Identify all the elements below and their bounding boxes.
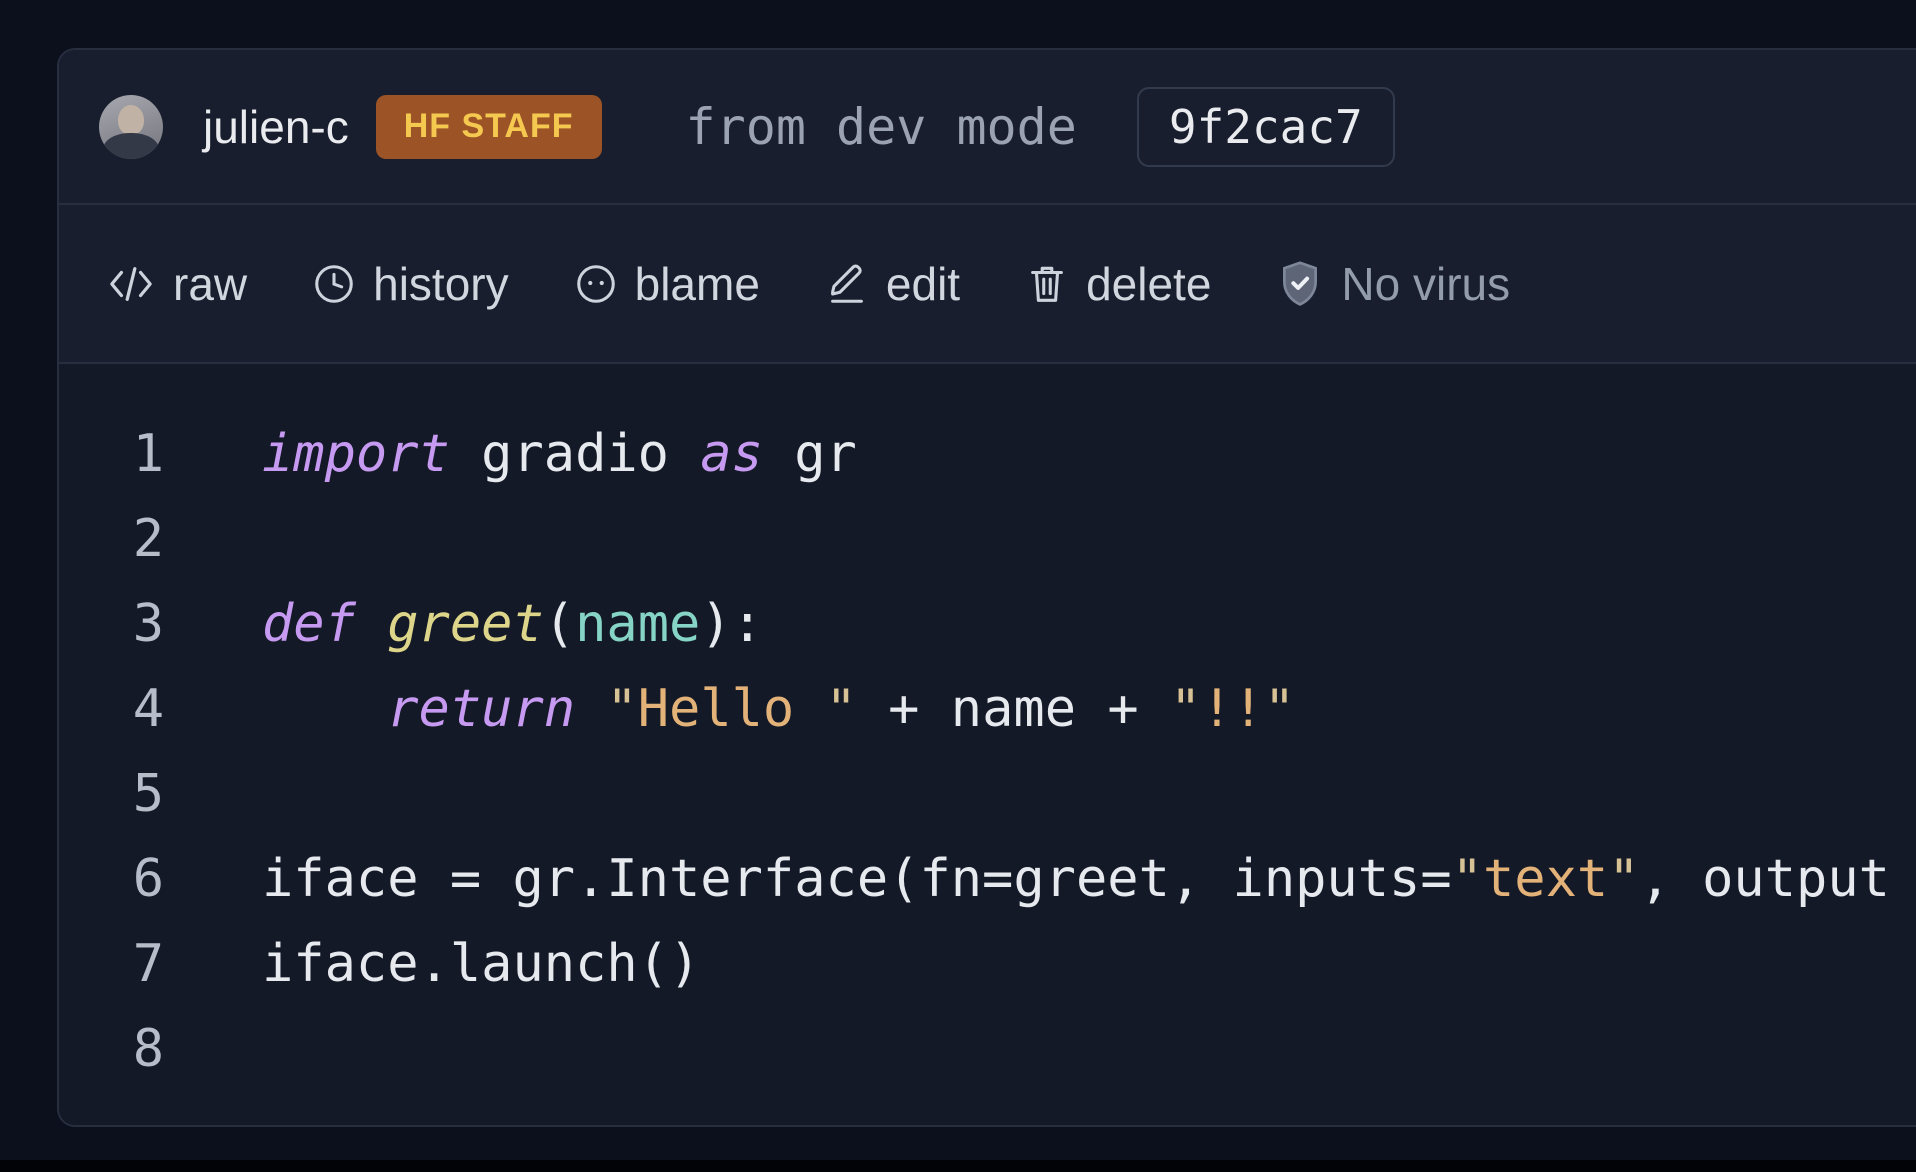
window-bottom-edge bbox=[0, 1160, 1916, 1172]
toolbar-button-raw[interactable]: raw bbox=[105, 257, 247, 311]
code-segment-plain: gradio bbox=[450, 424, 700, 484]
code-segment-plain bbox=[356, 594, 387, 654]
code-segment-keyword: as bbox=[700, 424, 763, 484]
file-toolbar: raw history blame edit delete No virus bbox=[59, 205, 1916, 364]
toolbar-button-history[interactable]: history bbox=[311, 257, 508, 311]
code-segment-string: Hello bbox=[638, 679, 826, 739]
avatar-photo bbox=[118, 105, 144, 135]
toolbar-button-delete[interactable]: delete bbox=[1024, 257, 1211, 311]
code-segment-function: greet bbox=[387, 594, 544, 654]
code-line: 7 iface.launch() bbox=[59, 922, 1916, 1007]
code-line: 3 def greet(name): bbox=[59, 582, 1916, 667]
code-segment-quote: " bbox=[1264, 679, 1295, 739]
shield-check-icon bbox=[1275, 259, 1325, 309]
line-content: def greet(name): bbox=[262, 582, 763, 667]
trash-icon bbox=[1024, 261, 1070, 307]
code-segment-quote: " bbox=[1608, 849, 1639, 909]
code-segment-quote: " bbox=[826, 679, 857, 739]
line-content: import gradio as gr bbox=[262, 412, 857, 497]
code-segment-param: name bbox=[575, 594, 700, 654]
line-number: 3 bbox=[59, 582, 164, 667]
code-viewer: 1import gradio as gr23def greet(name):4 … bbox=[59, 364, 1916, 1125]
line-number: 1 bbox=[59, 412, 164, 497]
line-number: 7 bbox=[59, 922, 164, 1007]
author-username[interactable]: julien-c bbox=[203, 100, 349, 154]
code-segment-plain: ( bbox=[544, 594, 575, 654]
line-number: 8 bbox=[59, 1007, 164, 1092]
line-number: 5 bbox=[59, 752, 164, 837]
line-number: 2 bbox=[59, 497, 164, 582]
toolbar-label: history bbox=[373, 257, 508, 311]
toolbar-label: delete bbox=[1086, 257, 1211, 311]
file-viewer-card: julien-c HF STAFF from dev mode 9f2cac7 … bbox=[57, 48, 1916, 1127]
code-segment-plain: iface.launch() bbox=[262, 934, 700, 994]
face-icon bbox=[573, 261, 619, 307]
line-number: 6 bbox=[59, 837, 164, 922]
toolbar-button-edit[interactable]: edit bbox=[824, 257, 960, 311]
toolbar-label: blame bbox=[635, 257, 760, 311]
code-segment-keyword: return bbox=[387, 679, 575, 739]
commit-message: from dev mode bbox=[686, 98, 1077, 156]
code-line: 4 return "Hello " + name + "!!" bbox=[59, 667, 1916, 752]
code-line: 2 bbox=[59, 497, 1916, 582]
code-segment-quote: " bbox=[606, 679, 637, 739]
code-line: 5 bbox=[59, 752, 1916, 837]
toolbar-button-blame[interactable]: blame bbox=[573, 257, 760, 311]
code-segment-plain: ): bbox=[700, 594, 763, 654]
pencil-icon bbox=[824, 261, 870, 307]
virus-scan-status[interactable]: No virus bbox=[1275, 257, 1510, 311]
code-segment-plain: gr bbox=[763, 424, 857, 484]
file-header: julien-c HF STAFF from dev mode 9f2cac7 bbox=[59, 50, 1916, 205]
code-segment-string: !! bbox=[1201, 679, 1264, 739]
line-content: return "Hello " + name + "!!" bbox=[262, 667, 1295, 752]
code-segment-plain: iface = gr.Interface(fn=greet, inputs= bbox=[262, 849, 1452, 909]
virus-scan-label: No virus bbox=[1341, 257, 1510, 311]
code-line: 8 bbox=[59, 1007, 1916, 1092]
user-avatar[interactable] bbox=[99, 95, 163, 159]
code-segment-keyword: import bbox=[262, 424, 450, 484]
code-segment-quote: " bbox=[1452, 849, 1483, 909]
line-number: 4 bbox=[59, 667, 164, 752]
code-segment-keyword: def bbox=[262, 594, 356, 654]
code-icon bbox=[105, 261, 157, 307]
code-line: 1 import gradio as gr bbox=[59, 412, 1916, 497]
code-segment-string: text bbox=[1483, 849, 1608, 909]
code-line: 6iface = gr.Interface(fn=greet, inputs="… bbox=[59, 837, 1916, 922]
clock-icon bbox=[311, 261, 357, 307]
hf-staff-badge: HF STAFF bbox=[376, 95, 602, 159]
code-segment-plain: , output bbox=[1640, 849, 1890, 909]
code-segment-quote: " bbox=[1170, 679, 1201, 739]
code-segment-plain: + name + bbox=[857, 679, 1170, 739]
toolbar-label: raw bbox=[173, 257, 247, 311]
toolbar-label: edit bbox=[886, 257, 960, 311]
line-content: iface = gr.Interface(fn=greet, inputs="t… bbox=[262, 837, 1890, 922]
code-segment-plain bbox=[575, 679, 606, 739]
commit-hash-button[interactable]: 9f2cac7 bbox=[1137, 87, 1395, 167]
code-segment-plain bbox=[262, 679, 387, 739]
line-content: iface.launch() bbox=[262, 922, 700, 1007]
